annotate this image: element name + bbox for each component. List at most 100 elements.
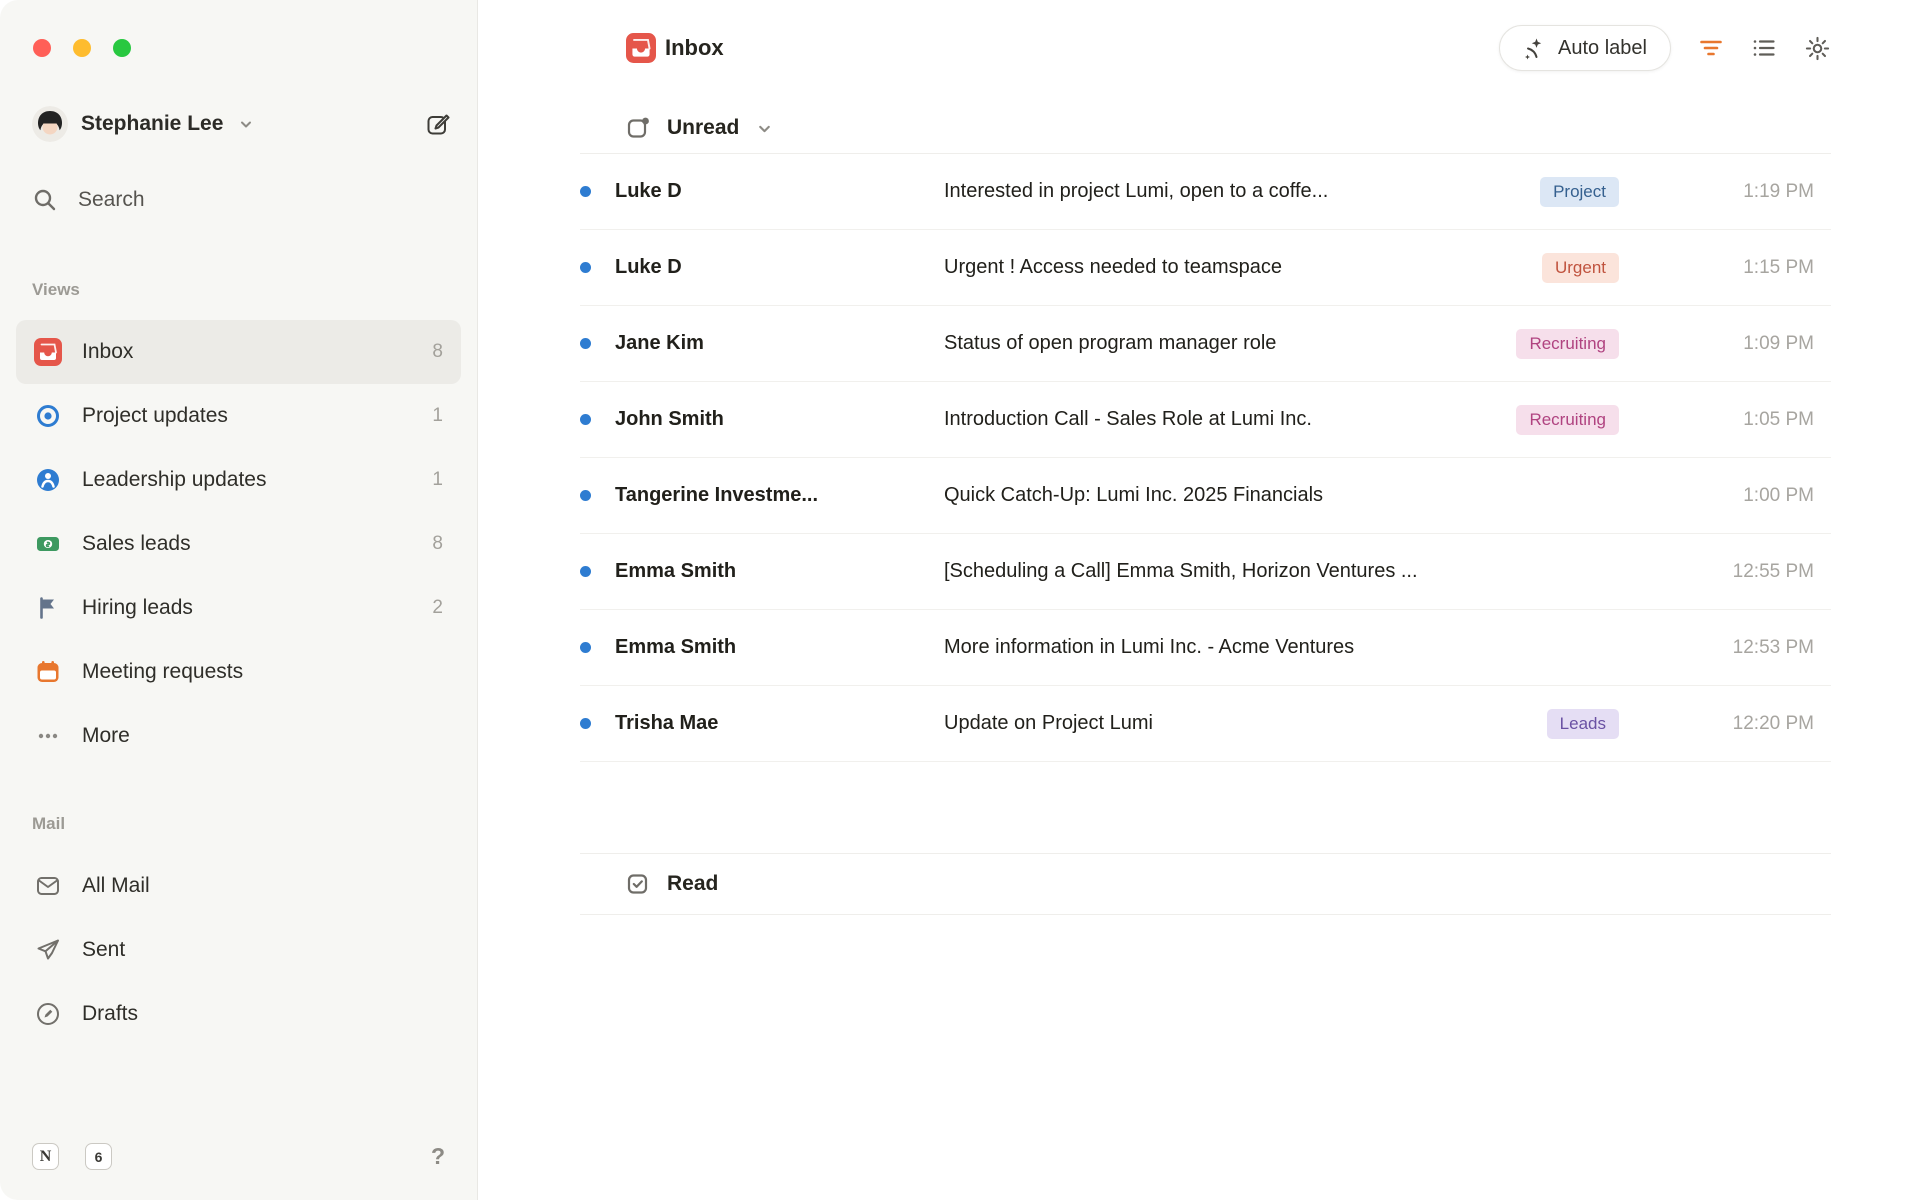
sidebar-item-label: Meeting requests — [82, 660, 243, 684]
unread-dot — [580, 186, 591, 197]
banknote-icon — [34, 530, 62, 558]
email-subject: Interested in project Lumi, open to a co… — [944, 180, 1540, 203]
page-title: Inbox — [665, 35, 724, 61]
unread-section-header[interactable]: Unread — [580, 96, 1831, 154]
sidebar-footer: N 6 ? — [32, 1143, 445, 1170]
sidebar-item-meeting-requests[interactable]: Meeting requests — [16, 640, 461, 704]
header-actions: Auto label — [1499, 25, 1831, 71]
views-section-title: Views — [32, 280, 445, 300]
sidebar-item-label: Leadership updates — [82, 468, 266, 492]
email-row[interactable]: Trisha Mae Update on Project Lumi Leads … — [580, 686, 1831, 762]
sidebar-item-label: Sent — [82, 938, 125, 962]
sidebar-item-inbox[interactable]: Inbox 8 — [16, 320, 461, 384]
sidebar-item-sent[interactable]: Sent — [16, 918, 461, 982]
inbox-icon — [34, 338, 62, 366]
email-tag-badge: Leads — [1547, 709, 1619, 739]
email-subject: Introduction Call - Sales Role at Lumi I… — [944, 408, 1516, 431]
sidebar-item-count: 2 — [432, 597, 443, 619]
email-subject: More information in Lumi Inc. - Acme Ven… — [944, 636, 1619, 659]
sparkle-wand-icon — [1523, 36, 1547, 60]
email-time: 12:53 PM — [1619, 637, 1814, 659]
unread-dot — [580, 338, 591, 349]
avatar — [32, 106, 68, 142]
email-row[interactable]: Luke D Interested in project Lumi, open … — [580, 154, 1831, 230]
email-time: 1:15 PM — [1619, 257, 1814, 279]
email-time: 1:00 PM — [1619, 485, 1814, 507]
sidebar-item-drafts[interactable]: Drafts — [16, 982, 461, 1046]
email-time: 1:19 PM — [1619, 181, 1814, 203]
sidebar-item-label: Drafts — [82, 1002, 138, 1026]
sidebar-item-more[interactable]: More — [16, 704, 461, 768]
sidebar-item-label: Hiring leads — [82, 596, 193, 620]
mail-section-title: Mail — [32, 814, 445, 834]
sidebar-item-hiring-leads[interactable]: Hiring leads 2 — [16, 576, 461, 640]
user-name: Stephanie Lee — [81, 112, 223, 136]
email-tag-badge: Urgent — [1542, 253, 1619, 283]
email-subject: Urgent ! Access needed to teamspace — [944, 256, 1542, 279]
zoom-window-button[interactable] — [113, 39, 131, 57]
sidebar-item-sales-leads[interactable]: Sales leads 8 — [16, 512, 461, 576]
read-checkbox-icon — [626, 872, 650, 896]
sidebar-item-label: All Mail — [82, 874, 150, 898]
sidebar: Stephanie Lee Search Views — [0, 0, 478, 1200]
search-button[interactable]: Search — [16, 176, 461, 224]
read-section-header[interactable]: Read — [580, 853, 1831, 915]
email-row[interactable]: Tangerine Investme... Quick Catch-Up: Lu… — [580, 458, 1831, 534]
sidebar-item-label: More — [82, 724, 130, 748]
email-row[interactable]: Luke D Urgent ! Access needed to teamspa… — [580, 230, 1831, 306]
notion-app-icon[interactable]: N — [32, 1143, 59, 1170]
sidebar-item-label: Project updates — [82, 404, 228, 428]
email-time: 12:55 PM — [1619, 561, 1814, 583]
inbox-icon — [626, 33, 656, 63]
email-row[interactable]: Jane Kim Status of open program manager … — [580, 306, 1831, 382]
email-sender: Tangerine Investme... — [615, 484, 944, 507]
minimize-window-button[interactable] — [73, 39, 91, 57]
email-tag-badge: Recruiting — [1516, 405, 1619, 435]
email-row[interactable]: John Smith Introduction Call - Sales Rol… — [580, 382, 1831, 458]
help-icon[interactable]: ? — [431, 1143, 445, 1170]
auto-label-button[interactable]: Auto label — [1499, 25, 1671, 71]
auto-label-button-label: Auto label — [1558, 37, 1647, 60]
sidebar-item-project-updates[interactable]: Project updates 1 — [16, 384, 461, 448]
target-icon — [34, 402, 62, 430]
read-section-label: Read — [667, 872, 718, 896]
email-tag-badge: Recruiting — [1516, 329, 1619, 359]
settings-gear-icon[interactable] — [1804, 35, 1831, 62]
filter-button[interactable] — [1698, 35, 1724, 61]
unread-dot — [580, 566, 591, 577]
chevron-down-icon — [238, 116, 254, 132]
unread-icon — [626, 116, 650, 140]
email-sender: Luke D — [615, 256, 944, 279]
sidebar-item-count: 1 — [432, 405, 443, 427]
list-view-button[interactable] — [1751, 35, 1777, 61]
email-subject: Update on Project Lumi — [944, 712, 1547, 735]
sidebar-item-label: Inbox — [82, 340, 133, 364]
sidebar-item-all-mail[interactable]: All Mail — [16, 854, 461, 918]
search-label: Search — [78, 188, 145, 212]
window-controls — [33, 39, 131, 57]
sidebar-item-count: 8 — [432, 533, 443, 555]
email-sender: Emma Smith — [615, 560, 944, 583]
flag-icon — [34, 594, 62, 622]
email-subject: Status of open program manager role — [944, 332, 1516, 355]
calendar-icon — [34, 658, 62, 686]
email-time: 1:05 PM — [1619, 409, 1814, 431]
sidebar-item-count: 1 — [432, 469, 443, 491]
compose-button[interactable] — [425, 111, 451, 137]
sidebar-item-label: Sales leads — [82, 532, 191, 556]
email-row[interactable]: Emma Smith [Scheduling a Call] Emma Smit… — [580, 534, 1831, 610]
email-sender: Jane Kim — [615, 332, 944, 355]
calendar-app-icon[interactable]: 6 — [85, 1143, 112, 1170]
unread-dot — [580, 414, 591, 425]
account-switcher[interactable]: Stephanie Lee — [16, 100, 461, 148]
sidebar-item-leadership-updates[interactable]: Leadership updates 1 — [16, 448, 461, 512]
email-sender: Trisha Mae — [615, 712, 944, 735]
ellipsis-icon — [34, 722, 62, 750]
mail-icon — [34, 872, 62, 900]
email-time: 1:09 PM — [1619, 333, 1814, 355]
close-window-button[interactable] — [33, 39, 51, 57]
email-time: 12:20 PM — [1619, 713, 1814, 735]
email-row[interactable]: Emma Smith More information in Lumi Inc.… — [580, 610, 1831, 686]
email-list: Luke D Interested in project Lumi, open … — [580, 154, 1831, 762]
email-sender: Luke D — [615, 180, 944, 203]
